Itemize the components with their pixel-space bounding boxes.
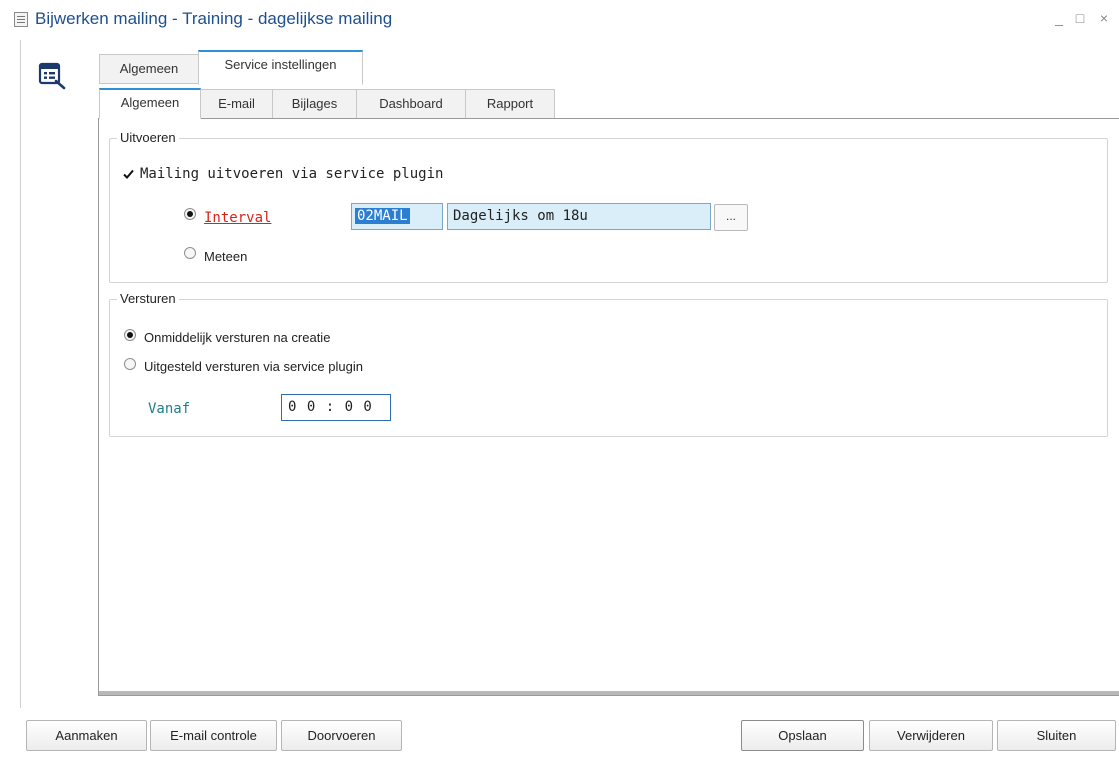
direct-send-label: Onmiddelijk versturen na creatie [144,330,331,345]
delayed-send-radio[interactable] [124,358,136,370]
tab-algemeen-sub[interactable]: Algemeen [99,88,201,119]
mailing-service-checkbox[interactable] [122,168,135,181]
tab-rapport[interactable]: Rapport [465,89,555,119]
uitvoeren-group: Uitvoeren Mailing uitvoeren via service … [109,130,1108,283]
document-icon [14,12,28,27]
uitvoeren-legend: Uitvoeren [117,130,179,145]
meteen-radio[interactable] [184,247,196,259]
interval-browse-button[interactable]: ... [714,204,748,231]
verwijderen-button[interactable]: Verwijderen [869,720,993,751]
vanaf-time-field[interactable]: 0 0 : 0 0 [281,394,391,421]
vanaf-label: Vanaf [148,401,191,417]
title-bar: Bijwerken mailing - Training - dagelijks… [0,0,1119,40]
versturen-group: Versturen Onmiddelijk versturen na creat… [109,291,1108,437]
interval-code-field[interactable]: 02MAIL [351,203,443,230]
interval-link[interactable]: Interval [204,210,271,226]
sluiten-button[interactable]: Sluiten [997,720,1116,751]
tab-content-panel: Uitvoeren Mailing uitvoeren via service … [98,118,1119,696]
interval-radio[interactable] [184,208,196,220]
tab-bijlages[interactable]: Bijlages [272,89,357,119]
doorvoeren-button[interactable]: Doorvoeren [281,720,402,751]
direct-send-radio[interactable] [124,329,136,341]
tab-dashboard[interactable]: Dashboard [356,89,466,119]
window-title: Bijwerken mailing - Training - dagelijks… [35,9,393,28]
tab-service-instellingen[interactable]: Service instellingen [198,50,363,85]
meteen-label: Meteen [204,249,248,264]
window-frame-border [20,40,21,708]
maximize-button[interactable]: □ [1071,10,1089,26]
tab-email[interactable]: E-mail [200,89,273,119]
delayed-send-label: Uitgesteld versturen via service plugin [144,359,363,374]
close-button[interactable]: × [1095,10,1113,26]
interval-description-field[interactable]: Dagelijks om 18u [447,203,711,230]
aanmaken-button[interactable]: Aanmaken [26,720,147,751]
minimize-button[interactable]: _ [1050,10,1068,26]
mailing-service-label: Mailing uitvoeren via service plugin [140,166,444,182]
email-controle-button[interactable]: E-mail controle [150,720,277,751]
versturen-legend: Versturen [117,291,179,306]
interval-code-value: 02MAIL [355,208,410,224]
opslaan-button[interactable]: Opslaan [741,720,864,751]
tab-algemeen-top[interactable]: Algemeen [99,54,199,84]
mailing-list-edit-icon [38,62,66,90]
